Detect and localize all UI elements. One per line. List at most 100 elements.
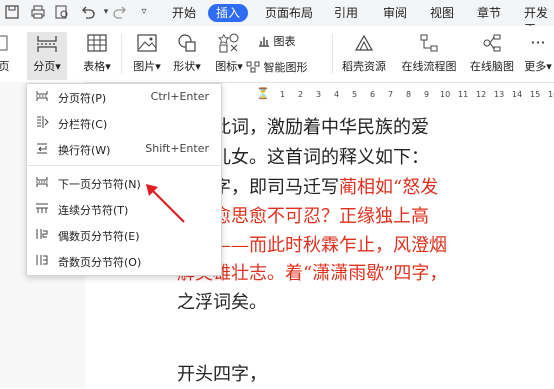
tab-home[interactable]: 开始: [172, 5, 196, 21]
menu-item-even-page-section-break[interactable]: 偶数页分节符(E): [27, 223, 221, 247]
ruler-tick: 8: [406, 90, 412, 99]
column-break-icon: [37, 116, 49, 128]
flowchart-button[interactable]: 在线流程图: [398, 32, 460, 74]
save-icon[interactable]: [4, 4, 20, 20]
mindmap-label: 在线脑图: [470, 60, 514, 73]
shell-resource-icon: [354, 34, 374, 51]
continuous-break-icon: [36, 203, 48, 213]
chart-label: 图表: [273, 35, 296, 48]
menu-item-shortcut: Shift+Enter: [145, 142, 209, 155]
menu-item-shortcut: Ctrl+Enter: [150, 90, 209, 103]
ruler-tick: 1: [280, 90, 286, 99]
menu-item-column-break[interactable]: 分栏符(C): [27, 111, 221, 135]
ruler-tick: 15: [530, 90, 541, 99]
document-line: 之浮词矣。: [177, 289, 267, 317]
menu-item-page-break[interactable]: 分页符(P) Ctrl+Enter: [27, 85, 221, 109]
ruler-tick: 7: [388, 90, 394, 99]
shape-label: 形状▾: [173, 60, 201, 73]
tab-insert[interactable]: 插入: [208, 4, 249, 22]
annotation-arrow-icon: [146, 184, 185, 223]
menu-item-next-page-section-break[interactable]: 下一页分节符(N): [27, 171, 221, 195]
flowchart-label: 在线流程图: [401, 60, 457, 73]
section-break-label: 分页▾: [33, 60, 61, 73]
highlighted-text: 蔺相如“怒发: [339, 177, 439, 198]
tab-view[interactable]: 视图: [430, 5, 454, 21]
ruler-tick: 6: [370, 90, 376, 99]
body-text: 之浮词矣。: [177, 292, 267, 313]
menu-item-label: 换行符(W): [58, 144, 111, 157]
mindmap-icon: [483, 34, 501, 52]
ruler-tick: 5: [352, 90, 358, 99]
icon-label: 图标▾: [215, 60, 243, 73]
menu-item-line-break[interactable]: 换行符(W) Shift+Enter: [27, 137, 221, 161]
ruler-tick: 4: [334, 90, 340, 99]
more-button[interactable]: ··· 更多▾: [522, 32, 554, 74]
ruler-tick: 14: [512, 90, 523, 99]
image-icon: [137, 34, 157, 52]
odd-page-break-icon: [36, 255, 48, 265]
ruler-tick: 13: [494, 90, 505, 99]
ribbon-separator: [332, 34, 333, 74]
page-break-icon: [36, 91, 48, 101]
body-text: 开头四字，: [177, 364, 267, 385]
page-button[interactable]: 页: [0, 32, 12, 74]
ruler-tick: 16: [548, 90, 554, 99]
menu-item-continuous-section-break[interactable]: 连续分节符(T): [27, 197, 221, 221]
indent-marker-icon[interactable]: ⏳: [256, 87, 270, 100]
ruler-tick: 10: [440, 90, 451, 99]
more-label: 更多▾: [524, 60, 552, 73]
image-label: 图片▾: [133, 60, 161, 73]
menu-item-label: 奇数页分节符(O): [58, 256, 142, 269]
menu-item-label: 连续分节符(T): [58, 204, 129, 217]
horizontal-ruler[interactable]: ⏳ 1 2 3 4 5 6 7 8 9 10 11 12 13 14 15 16: [222, 87, 554, 102]
shape-button[interactable]: 形状▾: [170, 32, 204, 74]
table-icon: [87, 34, 107, 52]
image-button[interactable]: 图片▾: [130, 32, 164, 74]
ruler-tick: 12: [476, 90, 487, 99]
mindmap-button[interactable]: 在线脑图: [466, 32, 518, 74]
menu-item-label: 分栏符(C): [58, 118, 108, 131]
icons-gallery-icon: [218, 33, 239, 53]
section-break-button[interactable]: 分页▾: [27, 32, 67, 80]
line-break-icon: [37, 143, 47, 154]
page-break-icon: [37, 36, 57, 52]
chart-button[interactable]: 图表: [258, 33, 296, 50]
page-label: 页: [0, 60, 10, 73]
ruler-tick: 3: [316, 90, 322, 99]
menu-item-label: 偶数页分节符(E): [58, 230, 140, 243]
ribbon-separator: [121, 34, 122, 74]
print-preview-icon[interactable]: [54, 4, 70, 20]
section-break-dropdown: 分页符(P) Ctrl+Enter 分栏符(C) 换行符(W) Shift+En…: [26, 83, 222, 276]
icon-button[interactable]: 图标▾: [212, 32, 246, 74]
next-page-break-icon: [36, 177, 48, 187]
page-icon: [0, 35, 8, 51]
more-icon: ···: [530, 33, 546, 52]
even-page-break-icon: [36, 229, 48, 239]
smart-art-label: 智能图形: [263, 61, 308, 74]
menu-item-label: 下一页分节符(N): [58, 178, 141, 191]
tab-page-layout[interactable]: 页面布局: [265, 5, 313, 21]
material-button[interactable]: 稻壳资源: [338, 32, 390, 74]
ruler-tick: 11: [458, 90, 469, 99]
smart-art-icon: [246, 61, 260, 76]
flowchart-icon: [420, 34, 438, 52]
table-label: 表格▾: [83, 60, 111, 73]
ruler-tick: 9: [424, 90, 430, 99]
menu-item-odd-page-section-break[interactable]: 奇数页分节符(O): [27, 249, 221, 273]
shape-icon: [178, 34, 196, 52]
document-line: 开头四字，: [177, 361, 267, 389]
title-bar: ▾ ▿ 开始 插入 页面布局 引用 审阅 视图 章节 开发工: [0, 0, 554, 36]
customize-dropdown-icon[interactable]: ▿: [136, 4, 152, 20]
table-button[interactable]: 表格▾: [80, 32, 114, 74]
print-icon[interactable]: [30, 4, 46, 20]
ruler-tick: 2: [298, 90, 304, 99]
menu-separator: [27, 165, 221, 166]
tab-chapter[interactable]: 章节: [477, 5, 501, 21]
redo-icon[interactable]: [112, 4, 128, 20]
material-label: 稻壳资源: [342, 60, 386, 73]
smart-art-button[interactable]: 智能图形: [246, 59, 308, 76]
chart-icon: [258, 35, 270, 50]
undo-icon[interactable]: [80, 4, 96, 20]
tab-review[interactable]: 审阅: [383, 5, 407, 21]
tab-references[interactable]: 引用: [334, 5, 358, 21]
